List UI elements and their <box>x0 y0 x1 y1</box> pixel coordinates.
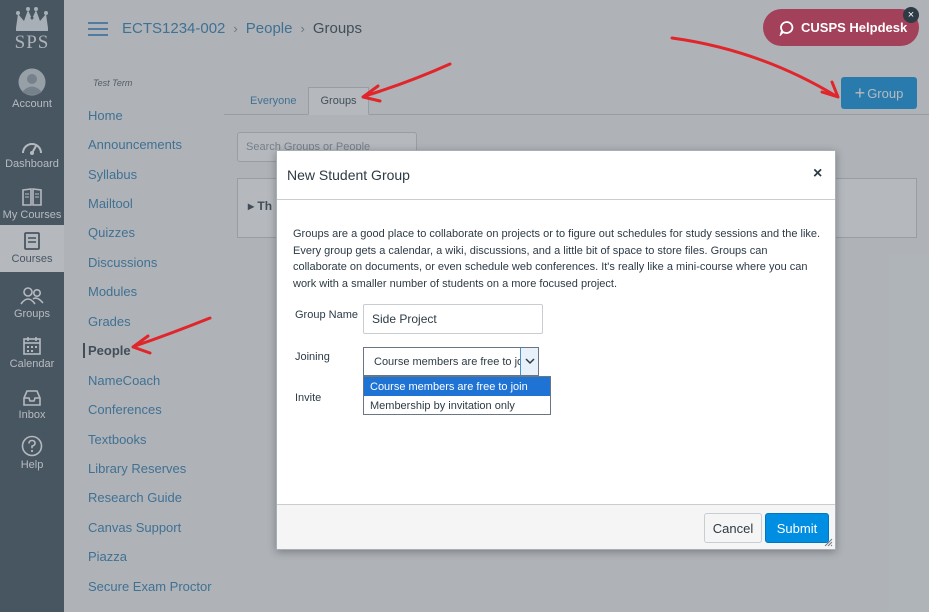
helpdesk-button[interactable]: CUSPS Helpdesk <box>763 9 919 46</box>
close-icon[interactable]: × <box>813 165 822 183</box>
cancel-button[interactable]: Cancel <box>704 513 762 543</box>
dialog-title: New Student Group <box>287 167 410 183</box>
submit-button[interactable]: Submit <box>765 513 829 543</box>
joining-options-list: Course members are free to join Membersh… <box>363 376 551 415</box>
group-name-label: Group Name <box>295 309 358 321</box>
chat-bubble-icon <box>779 20 794 36</box>
helpdesk-close-icon[interactable]: × <box>903 7 919 23</box>
resize-handle-icon[interactable] <box>824 538 833 547</box>
joining-label: Joining <box>295 351 330 363</box>
new-student-group-dialog: New Student Group × Groups are a good pl… <box>276 150 836 550</box>
invite-label: Invite <box>295 392 322 404</box>
joining-selected-value: Course members are free to join <box>374 355 524 368</box>
dialog-divider <box>277 199 835 200</box>
joining-select[interactable]: Course members are free to join <box>363 347 539 376</box>
dialog-footer: Cancel Submit <box>277 504 835 549</box>
chevron-down-icon[interactable] <box>520 348 538 375</box>
helpdesk-label: CUSPS Helpdesk <box>801 20 908 35</box>
joining-option-invitation[interactable]: Membership by invitation only <box>364 396 550 415</box>
dialog-description: Groups are a good place to collaborate o… <box>293 228 821 290</box>
joining-option-free[interactable]: Course members are free to join <box>364 377 550 396</box>
group-name-input[interactable]: Side Project <box>363 304 543 334</box>
